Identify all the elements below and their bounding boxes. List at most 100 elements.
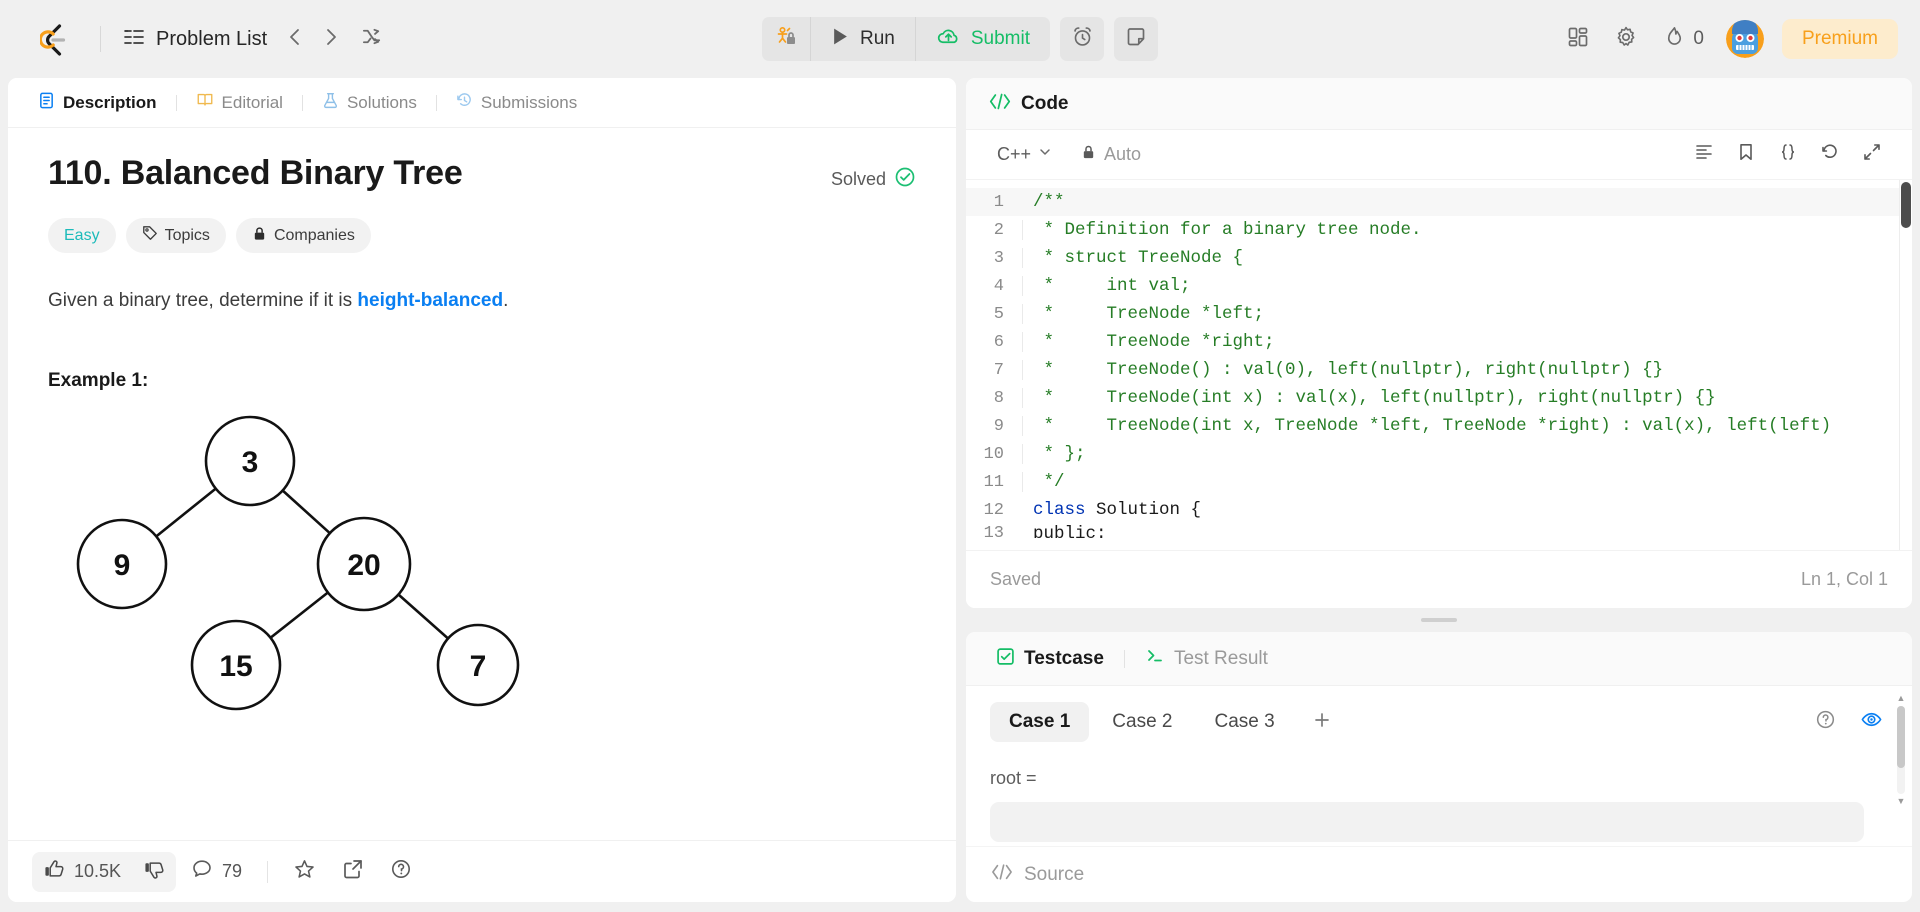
favorite-button[interactable] (282, 851, 327, 893)
difficulty-chip[interactable]: Easy (48, 218, 116, 253)
tab-description-label: Description (63, 92, 157, 112)
debug-button[interactable] (762, 17, 810, 61)
comments-button[interactable]: 79 (180, 851, 253, 892)
height-balanced-link[interactable]: height-balanced (357, 290, 503, 311)
code-text: * int val; (1022, 276, 1191, 296)
tab-divider (175, 94, 177, 111)
scrollbar-track[interactable] (1897, 706, 1905, 794)
run-submit-group: Run Submit (762, 17, 1050, 61)
code-line: 12 class Solution { (966, 496, 1912, 524)
nav-right-group: 0 Premium (1557, 18, 1898, 60)
problem-list-button[interactable]: Problem List (113, 19, 277, 60)
saved-status: Saved (990, 569, 1042, 589)
panel-resize-handle[interactable] (966, 616, 1912, 624)
run-button[interactable]: Run (810, 17, 915, 61)
code-line: 8 * TreeNode(int x) : val(x), left(nullp… (966, 384, 1912, 412)
premium-button[interactable]: Premium (1781, 19, 1898, 59)
example-1-heading: Example 1: (48, 370, 149, 392)
case-tab-1[interactable]: Case 1 (990, 702, 1090, 742)
resize-grip[interactable] (1421, 618, 1457, 622)
tab-divider (301, 94, 303, 111)
tab-testcase[interactable]: Testcase (988, 643, 1112, 675)
shuffle-button[interactable] (353, 20, 391, 58)
snippets-button[interactable] (1770, 137, 1806, 173)
code-editor[interactable]: 1 /** 2 * Definition for a binary tree nod… (966, 180, 1912, 550)
tab-editorial-label: Editorial (221, 92, 283, 112)
code-line: 9 * TreeNode(int x, TreeNode *left, Tree… (966, 412, 1912, 440)
timer-button[interactable] (1060, 17, 1104, 61)
difficulty-label: Easy (64, 226, 100, 244)
flask-icon (322, 92, 339, 114)
add-case-button[interactable] (1304, 704, 1340, 740)
code-text: public: (1033, 524, 1107, 538)
testcase-help-button[interactable] (1808, 705, 1842, 739)
book-icon (196, 91, 214, 114)
downvote-button[interactable] (133, 852, 176, 892)
submit-button[interactable]: Submit (914, 17, 1050, 61)
tree-node-label: 3 (242, 446, 259, 479)
code-tools (1686, 137, 1890, 173)
companies-chip[interactable]: Companies (235, 218, 371, 253)
toolbar-divider (267, 860, 269, 883)
flame-icon (1663, 25, 1686, 53)
reset-code-button[interactable] (1812, 137, 1848, 173)
format-code-button[interactable] (1686, 137, 1722, 173)
fullscreen-button[interactable] (1854, 137, 1890, 173)
line-number: 6 (993, 332, 1004, 352)
code-line: 1 /** (966, 188, 1912, 216)
tab-editorial[interactable]: Editorial (186, 86, 293, 119)
code-text: /** (1033, 192, 1065, 212)
editor-panel: Code C++ Auto 1 /** 2 * Definition for a… (966, 78, 1912, 902)
problem-statement: Given a binary tree, determine if it is … (48, 286, 916, 316)
scroll-up-arrow-icon[interactable]: ▲ (1897, 694, 1906, 703)
share-button[interactable] (331, 851, 375, 892)
binary-tree-diagram: 3 9 20 15 7 (48, 414, 916, 749)
prev-problem-button[interactable] (277, 21, 313, 57)
line-number: 4 (993, 276, 1004, 296)
language-selector[interactable]: C++ (988, 139, 1061, 170)
autocomplete-toggle[interactable]: Auto (1081, 144, 1141, 165)
preview-testcase-button[interactable] (1854, 705, 1888, 739)
problem-list-label: Problem List (156, 27, 268, 50)
next-problem-button[interactable] (313, 21, 349, 57)
tree-edge (281, 489, 331, 535)
testcase-scrollbar[interactable]: ▲ ▼ (1896, 694, 1906, 806)
streak-counter[interactable]: 0 (1653, 19, 1714, 59)
plus-icon (1312, 710, 1332, 735)
testcase-root-input[interactable] (990, 802, 1864, 842)
history-icon (456, 92, 473, 114)
scrollbar-thumb[interactable] (1897, 706, 1905, 768)
tree-edge (269, 591, 329, 640)
case-tab-2[interactable]: Case 2 (1093, 702, 1191, 742)
note-button[interactable] (1114, 17, 1158, 61)
topics-chip[interactable]: Topics (125, 218, 226, 253)
tab-solutions[interactable]: Solutions (312, 87, 427, 119)
tab-submissions[interactable]: Submissions (446, 87, 587, 119)
code-line: 4 * int val; (966, 272, 1912, 300)
description-scroll-area[interactable]: 110. Balanced Binary Tree Solved Easy To… (8, 128, 956, 840)
settings-button[interactable] (1605, 18, 1647, 60)
testcase-variable-label: root = (990, 768, 1037, 788)
tab-description[interactable]: Description (28, 87, 167, 119)
tree-edge (155, 487, 217, 538)
code-text: * TreeNode(int x) : val(x), left(nullptr… (1022, 388, 1716, 408)
avatar[interactable] (1725, 20, 1764, 58)
case-tab-3[interactable]: Case 3 (1195, 702, 1293, 742)
code-brackets-icon (990, 862, 1014, 887)
lock-icon (1081, 144, 1096, 165)
line-number: 10 (983, 444, 1004, 464)
bookmark-button[interactable] (1728, 137, 1764, 173)
scroll-down-arrow-icon[interactable]: ▼ (1897, 797, 1906, 806)
layout-button[interactable] (1557, 18, 1599, 60)
editor-scrollbar-thumb[interactable] (1901, 182, 1911, 228)
editor-vertical-scrollbar[interactable] (1900, 180, 1912, 550)
help-button[interactable] (379, 851, 423, 892)
upvote-button[interactable]: 10.5K (32, 852, 133, 892)
source-label: Source (1024, 863, 1085, 885)
tab-test-result[interactable]: Test Result (1137, 642, 1276, 675)
leetcode-logo-icon[interactable] (38, 22, 74, 56)
code-text: * TreeNode(int x, TreeNode *left, TreeNo… (1022, 416, 1831, 436)
testcase-source-bar[interactable]: Source (966, 846, 1912, 902)
comment-count: 79 (222, 861, 243, 881)
chevron-down-icon (1038, 145, 1052, 164)
